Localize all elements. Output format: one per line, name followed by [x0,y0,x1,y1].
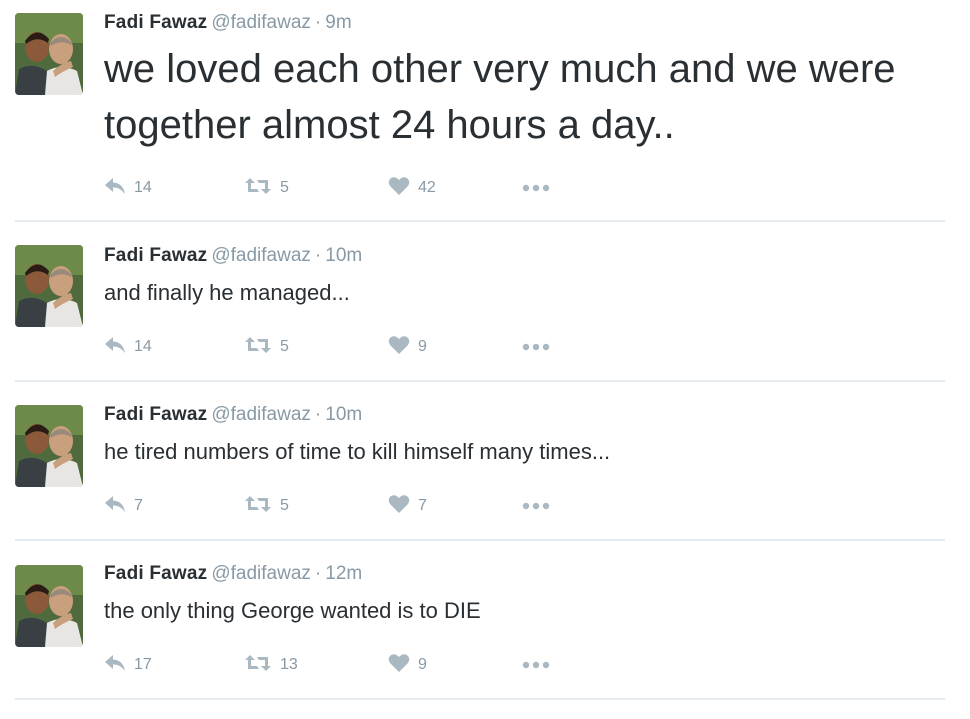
like-button[interactable]: 7 [388,493,427,519]
heart-icon [388,335,410,360]
tweet-text: the only thing George wanted is to DIE [104,598,481,623]
retweet-button[interactable]: 5 [244,175,289,201]
tweet-text: he tired numbers of time to kill himself… [104,439,611,464]
reply-count: 14 [134,338,152,355]
tweet-actions: 14 5 9 [104,334,584,360]
like-button[interactable]: 9 [388,652,427,678]
reply-icon [104,336,126,359]
retweet-icon [244,336,272,359]
tweet-header: Fadi Fawaz @fadifawaz · 9m [104,12,352,34]
tweet-header: Fadi Fawaz @fadifawaz · 10m [104,245,362,267]
retweet-button[interactable]: 5 [244,493,289,519]
retweet-count: 13 [280,656,298,673]
author-name[interactable]: Fadi Fawaz [104,245,207,266]
author-handle[interactable]: @fadifawaz [211,12,311,33]
heart-icon [388,653,410,678]
timestamp[interactable]: 10m [325,404,362,425]
reply-button[interactable]: 14 [104,334,152,360]
retweet-count: 5 [280,338,289,355]
separator-dot: · [314,12,322,33]
reply-icon [104,654,126,677]
like-count: 7 [418,497,427,514]
more-icon [522,338,550,356]
separator-dot: · [314,563,322,584]
avatar[interactable] [15,13,83,95]
more-icon [522,179,550,197]
avatar[interactable] [15,565,83,647]
more-icon [522,497,550,515]
author-handle[interactable]: @fadifawaz [211,245,311,266]
reply-icon [104,495,126,518]
avatar[interactable] [15,245,83,327]
avatar[interactable] [15,405,83,487]
tweet-actions: 17 13 9 [104,652,584,678]
reply-button[interactable]: 14 [104,175,152,201]
reply-button[interactable]: 17 [104,652,152,678]
divider [15,220,945,222]
tweet-header: Fadi Fawaz @fadifawaz · 12m [104,563,362,585]
more-button[interactable] [522,652,550,678]
divider [15,698,945,700]
author-handle[interactable]: @fadifawaz [211,404,311,425]
reply-count: 7 [134,497,143,514]
more-button[interactable] [522,334,550,360]
more-icon [522,656,550,674]
tweet-text: and finally he managed... [104,280,350,305]
retweet-icon [244,495,272,518]
tweet-actions: 7 5 7 [104,493,584,519]
reply-button[interactable]: 7 [104,493,143,519]
author-name[interactable]: Fadi Fawaz [104,563,207,584]
author-name[interactable]: Fadi Fawaz [104,404,207,425]
tweet-text: we loved each other very much and we wer… [104,47,896,147]
tweet-actions: 14 5 42 [104,175,584,201]
like-button[interactable]: 42 [388,175,436,201]
like-count: 9 [418,656,427,673]
like-count: 9 [418,338,427,355]
retweet-icon [244,177,272,200]
like-count: 42 [418,179,436,196]
reply-count: 14 [134,179,152,196]
timestamp[interactable]: 9m [325,12,351,33]
reply-count: 17 [134,656,152,673]
tweet-feed: Fadi Fawaz @fadifawaz · 9m we loved each ot… [0,0,970,719]
divider [15,539,945,541]
retweet-button[interactable]: 13 [244,652,298,678]
retweet-button[interactable]: 5 [244,334,289,360]
retweet-count: 5 [280,179,289,196]
retweet-icon [244,654,272,677]
author-name[interactable]: Fadi Fawaz [104,12,207,33]
tweet-header: Fadi Fawaz @fadifawaz · 10m [104,404,362,426]
reply-icon [104,177,126,200]
divider [15,380,945,382]
more-button[interactable] [522,175,550,201]
like-button[interactable]: 9 [388,334,427,360]
heart-icon [388,176,410,201]
timestamp[interactable]: 12m [325,563,362,584]
separator-dot: · [314,245,322,266]
author-handle[interactable]: @fadifawaz [211,563,311,584]
more-button[interactable] [522,493,550,519]
heart-icon [388,494,410,519]
separator-dot: · [314,404,322,425]
timestamp[interactable]: 10m [325,245,362,266]
retweet-count: 5 [280,497,289,514]
